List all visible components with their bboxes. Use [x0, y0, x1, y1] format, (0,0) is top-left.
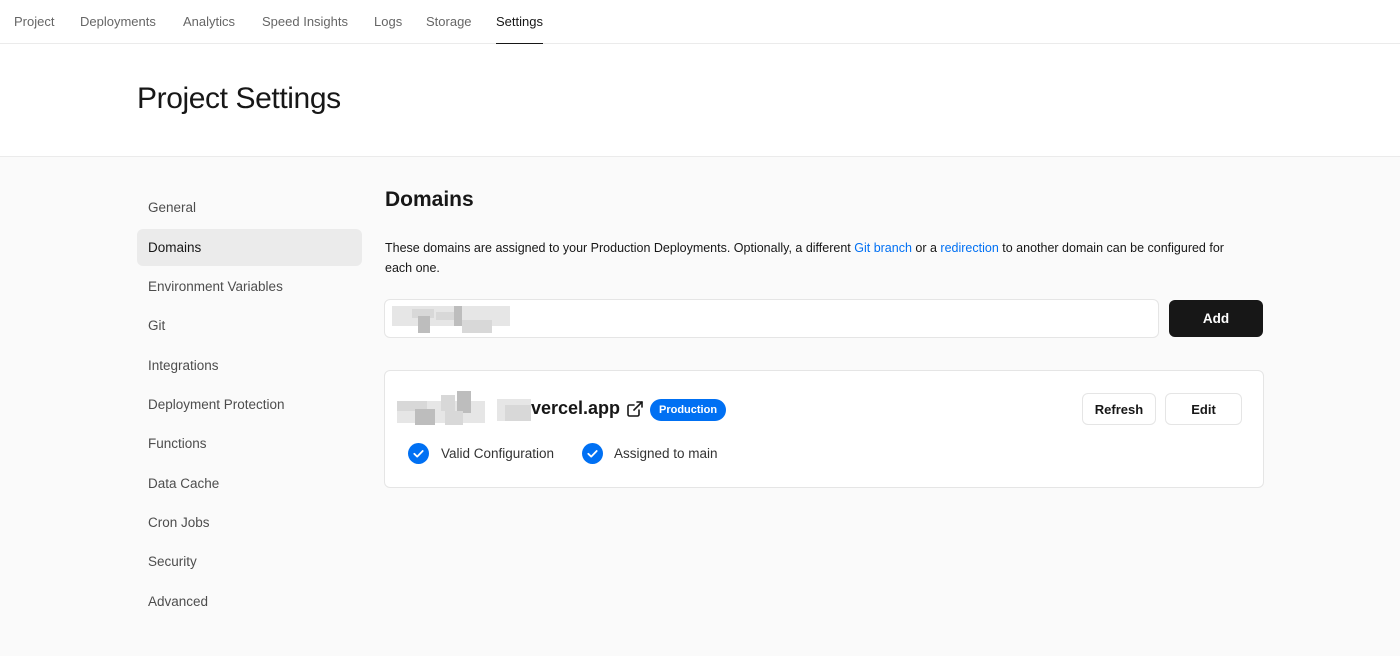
tab-settings[interactable]: Settings	[496, 0, 543, 45]
page-title: Project Settings	[137, 82, 341, 115]
page-header: Project Settings	[0, 44, 1400, 157]
domains-description: These domains are assigned to your Produ…	[385, 239, 1245, 278]
sidebar-item-functions[interactable]: Functions	[137, 425, 362, 462]
top-navigation: Project Deployments Analytics Speed Insi…	[0, 0, 1400, 45]
tab-speed-insights[interactable]: Speed Insights	[262, 0, 348, 44]
sidebar-item-data-cache[interactable]: Data Cache	[137, 465, 362, 502]
sidebar-item-environment-variables[interactable]: Environment Variables	[137, 268, 362, 305]
sidebar-item-advanced[interactable]: Advanced	[137, 583, 362, 620]
domain-card: vercel.app Production Refresh Edit Valid…	[384, 370, 1264, 488]
git-branch-link[interactable]: Git branch	[854, 241, 912, 255]
section-title: Domains	[385, 188, 474, 211]
sidebar-item-cron-jobs[interactable]: Cron Jobs	[137, 504, 362, 541]
add-domain-button[interactable]: Add	[1169, 300, 1263, 337]
sidebar-item-git[interactable]: Git	[137, 307, 362, 344]
sidebar-item-general[interactable]: General	[137, 189, 362, 226]
sidebar-item-security[interactable]: Security	[137, 543, 362, 580]
sidebar-item-integrations[interactable]: Integrations	[137, 347, 362, 384]
description-text: or a	[911, 241, 941, 255]
edit-button[interactable]: Edit	[1165, 393, 1242, 425]
valid-configuration-status: Valid Configuration	[441, 446, 555, 461]
external-link-icon[interactable]	[626, 400, 644, 418]
tab-logs[interactable]: Logs	[374, 0, 402, 44]
tab-analytics[interactable]: Analytics	[183, 0, 235, 44]
description-text: These domains are assigned to your Produ…	[385, 241, 855, 255]
tab-project[interactable]: Project	[14, 0, 54, 44]
assigned-branch-status: Assigned to main	[614, 446, 718, 461]
tab-storage[interactable]: Storage	[426, 0, 472, 44]
sidebar-item-domains[interactable]: Domains	[137, 229, 362, 266]
refresh-button[interactable]: Refresh	[1082, 393, 1156, 425]
production-badge: Production	[650, 399, 727, 421]
domain-name[interactable]: vercel.app	[531, 398, 620, 419]
sidebar-item-deployment-protection[interactable]: Deployment Protection	[137, 386, 362, 423]
tab-deployments[interactable]: Deployments	[80, 0, 156, 44]
check-circle-icon	[408, 443, 429, 464]
redirection-link[interactable]: redirection	[940, 241, 998, 255]
check-circle-icon	[582, 443, 603, 464]
